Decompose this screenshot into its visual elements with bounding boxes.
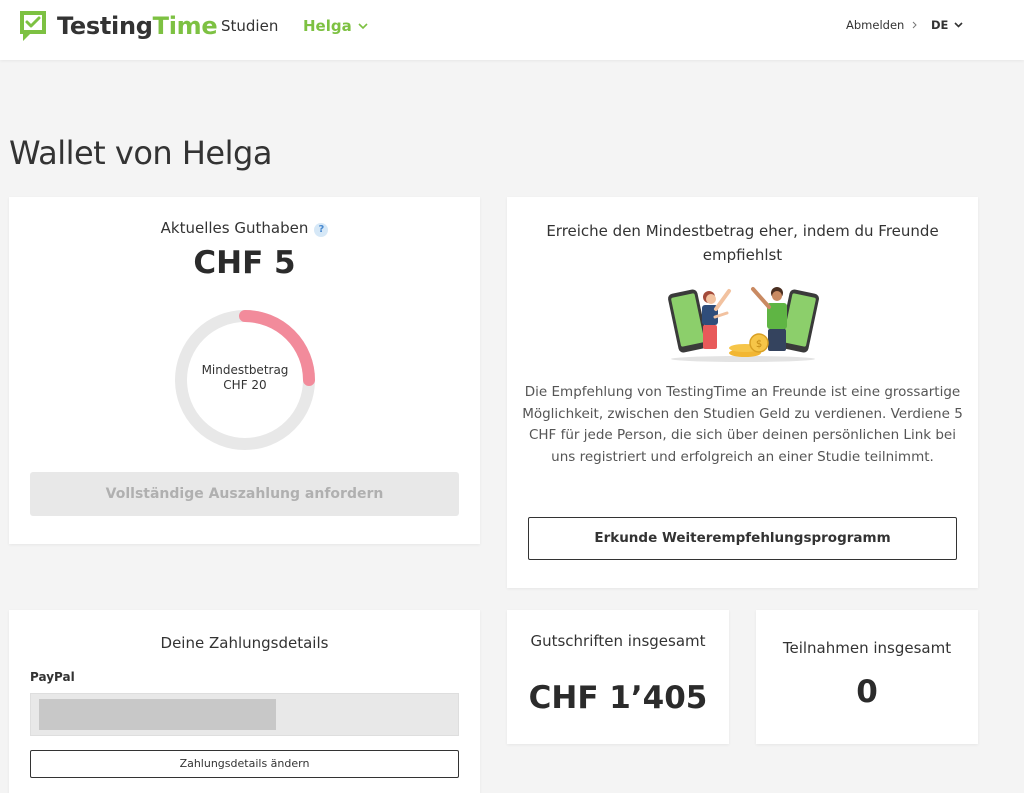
nav-user-menu[interactable]: Helga [303, 17, 368, 35]
change-payment-details-button[interactable]: Zahlungsdetails ändern [30, 750, 459, 778]
balance-label-row: Aktuelles Guthaben? [9, 219, 480, 237]
language-selector[interactable]: DE [931, 18, 963, 32]
logout-link[interactable]: Abmelden [846, 18, 918, 32]
total-participations-value: 0 [856, 674, 878, 710]
minimum-amount-text: Mindestbetrag CHF 20 [172, 363, 318, 393]
redacted-account-value [39, 699, 276, 730]
balance-card: Aktuelles Guthaben? CHF 5 Mindestbetrag … [9, 197, 480, 544]
logo-wordmark-time: Time [152, 12, 218, 40]
total-credits-label: Gutschriften insgesamt [530, 632, 706, 650]
svg-text:$: $ [756, 339, 762, 350]
minimum-amount: CHF 20 [223, 378, 267, 392]
chevron-down-icon [358, 22, 368, 29]
logo-chat-check-icon [20, 11, 46, 41]
referral-high-five-illustration: $ [668, 287, 819, 362]
total-credits-card: Gutschriften insgesamt CHF 1’405 [507, 610, 729, 744]
request-payout-button[interactable]: Vollständige Auszahlung anfordern [30, 472, 459, 516]
help-icon[interactable]: ? [314, 223, 329, 237]
total-credits-value: CHF 1’405 [528, 680, 708, 716]
payment-details-card: Deine Zahlungsdetails PayPal Zahlungsdet… [9, 610, 480, 793]
nav-user-label: Helga [303, 17, 352, 35]
balance-label: Aktuelles Guthaben [160, 219, 309, 237]
referral-card: Erreiche den Mindestbetrag eher, indem d… [507, 197, 978, 588]
explore-referral-button[interactable]: Erkunde Weiterempfehlungsprogramm [528, 517, 957, 560]
top-navbar: TestingTime Studien Helga Abmelden DE [0, 0, 1024, 60]
language-label: DE [931, 18, 949, 32]
logo-wordmark: TestingTime [57, 12, 218, 40]
chevron-down-icon [954, 22, 963, 28]
paypal-account-field [30, 693, 459, 736]
balance-amount: CHF 5 [193, 245, 296, 281]
logout-label: Abmelden [846, 18, 905, 32]
nav-studien-link[interactable]: Studien [221, 17, 278, 35]
chevron-right-icon [912, 21, 918, 29]
payment-method-label: PayPal [30, 670, 75, 684]
referral-description: Die Empfehlung von TestingTime an Freund… [522, 384, 963, 465]
total-participations-label: Teilnahmen insgesamt [782, 639, 952, 657]
testingtime-logo[interactable]: TestingTime [16, 8, 218, 44]
logo-wordmark-testing: Testing [57, 12, 153, 40]
total-participations-card: Teilnahmen insgesamt 0 [756, 610, 978, 744]
minimum-label: Mindestbetrag [201, 363, 289, 377]
page-title: Wallet von Helga [9, 134, 272, 172]
referral-title: Erreiche den Mindestbetrag eher, indem d… [546, 222, 939, 264]
payment-details-title: Deine Zahlungsdetails [160, 634, 329, 652]
